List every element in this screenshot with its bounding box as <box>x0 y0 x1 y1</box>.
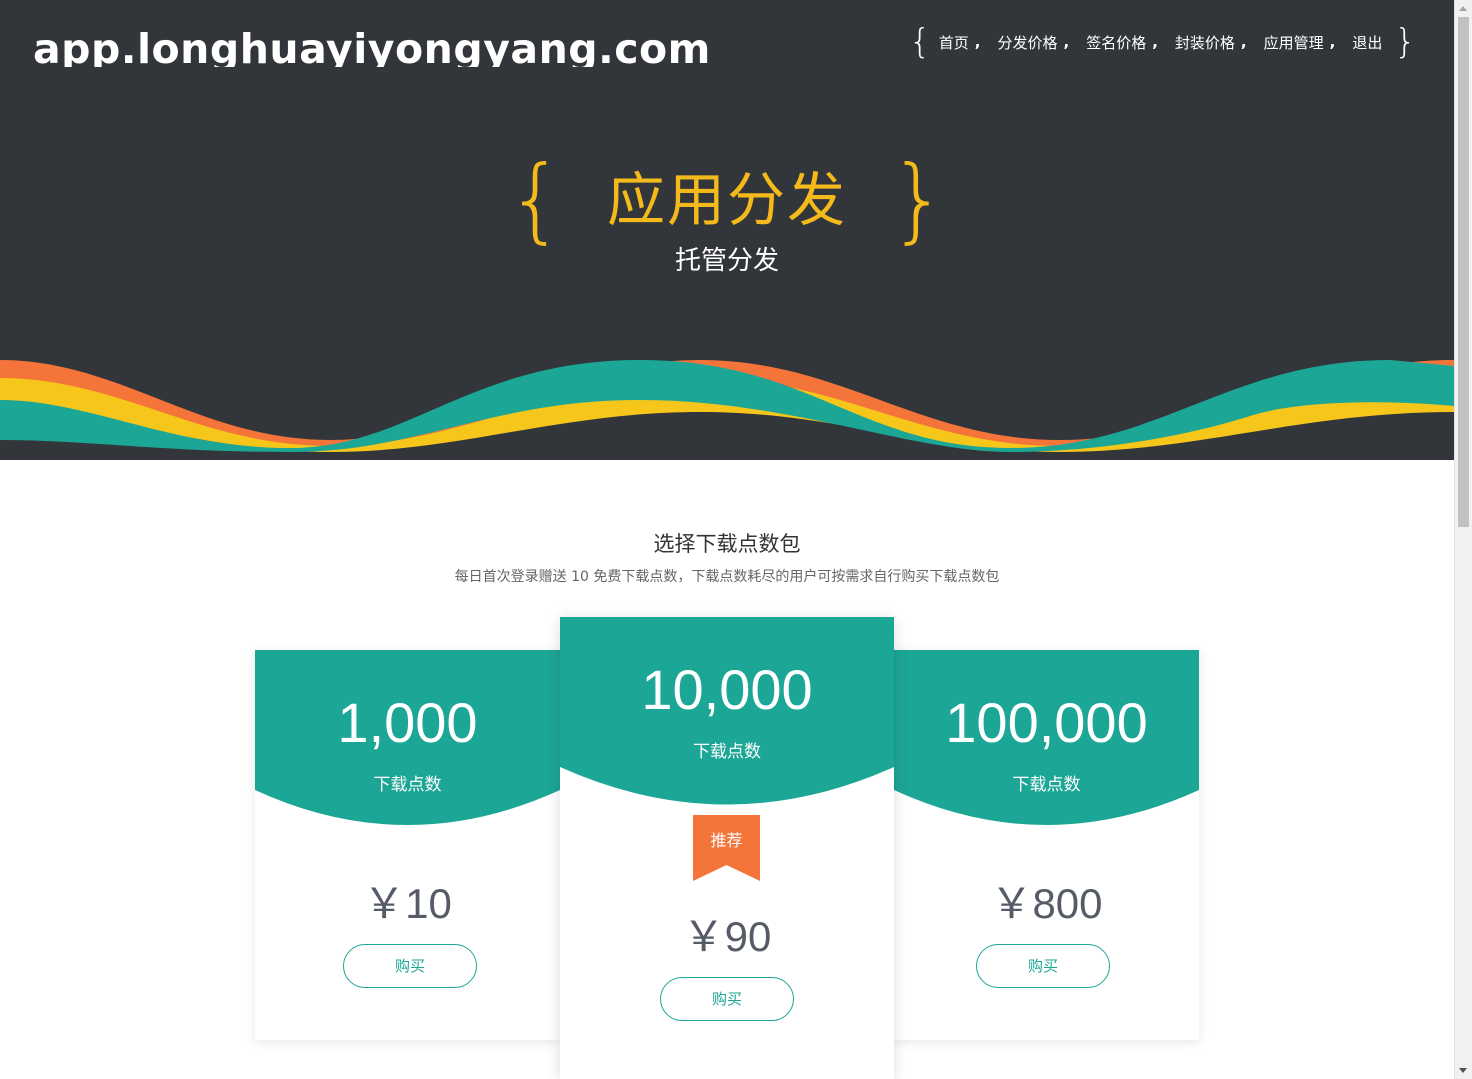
plan-price: ￥10 <box>363 880 452 927</box>
recommended-badge: 推荐 <box>693 815 760 881</box>
hero-brace-left: { <box>506 146 565 253</box>
top-nav: { 首页, 分发价格, 签名价格, 封装价格, 应用管理, 退出 } <box>901 22 1424 62</box>
buy-button[interactable]: 购买 <box>343 944 477 988</box>
nav-item-logout[interactable]: 退出 <box>1352 32 1382 53</box>
plan-points: 10,000 <box>641 658 813 721</box>
recommended-label: 推荐 <box>710 831 743 850</box>
buy-button[interactable]: 购买 <box>660 977 794 1021</box>
nav-item-package-price[interactable]: 封装价格 <box>1175 32 1235 53</box>
plan-points: 100,000 <box>945 691 1148 754</box>
buy-button[interactable]: 购买 <box>976 944 1110 988</box>
plan-points-unit: 下载点数 <box>1012 775 1081 795</box>
section-subtitle: 每日首次登录赠送 10 免费下载点数，下载点数耗尽的用户可按需求自行购买下载点数… <box>454 569 1000 585</box>
hero-subtitle: 托管分发 <box>674 246 779 276</box>
hero-title: {应用分发} <box>0 150 1454 250</box>
plan-card-10000-featured: 10,000 下载点数 推荐 ￥90 购买 <box>560 617 894 1079</box>
scrollbar-thumb[interactable] <box>1458 17 1469 527</box>
nav-separator: , <box>974 33 981 51</box>
plan-price: ￥800 <box>990 880 1103 927</box>
nav-brace-right: } <box>1394 22 1416 62</box>
plan-price: ￥90 <box>682 913 772 960</box>
plan-points-unit: 下载点数 <box>693 742 761 762</box>
nav-item-app-management[interactable]: 应用管理 <box>1264 32 1324 53</box>
plan-points-unit: 下载点数 <box>373 775 442 795</box>
hero-title-text: 应用分发 <box>606 166 847 234</box>
nav-item-home[interactable]: 首页 <box>939 32 969 53</box>
section-title: 选择下载点数包 <box>653 532 801 556</box>
hero-header: app.longhuayiyongyang.com { 首页, 分发价格, 签名… <box>0 0 1454 460</box>
nav-item-distribution-price[interactable]: 分发价格 <box>997 32 1057 53</box>
nav-separator: , <box>1063 33 1070 51</box>
plan-card-1000: 1,000 下载点数 ￥10 购买 <box>255 650 560 1040</box>
nav-item-signature-price[interactable]: 签名价格 <box>1086 32 1146 53</box>
plan-points: 1,000 <box>337 691 478 754</box>
scroll-down-icon[interactable] <box>1459 1068 1467 1073</box>
hero-brace-right: } <box>889 146 948 253</box>
decorative-waves <box>0 360 1454 452</box>
scroll-up-icon[interactable] <box>1459 6 1467 11</box>
nav-brace-left: { <box>909 22 931 62</box>
nav-separator: , <box>1329 33 1336 51</box>
page-scrollbar[interactable] <box>1454 0 1472 1079</box>
plan-card-100000: 100,000 下载点数 ￥800 购买 <box>894 650 1199 1040</box>
nav-separator: , <box>1240 33 1247 51</box>
nav-separator: , <box>1152 33 1158 51</box>
site-brand[interactable]: app.longhuayiyongyang.com <box>33 20 711 67</box>
